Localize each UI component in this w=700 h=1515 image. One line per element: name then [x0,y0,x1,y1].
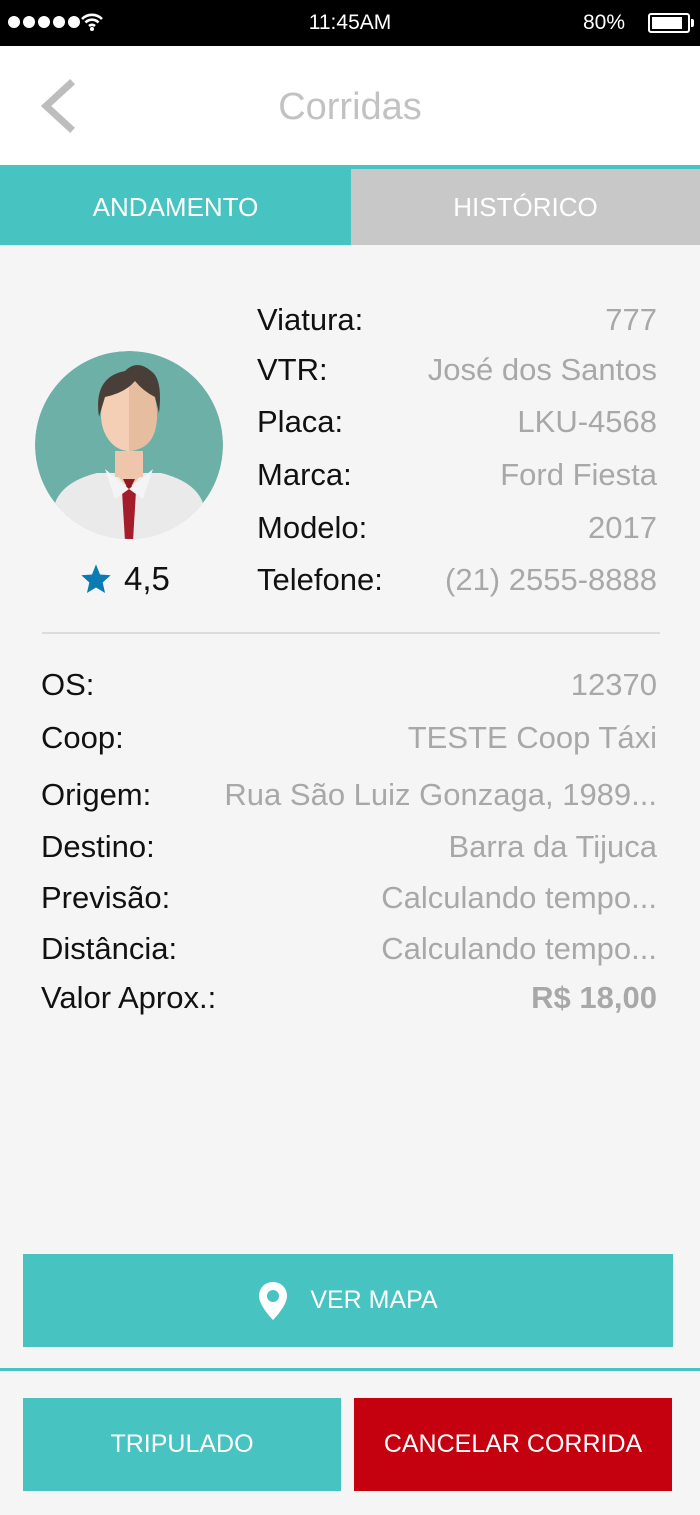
rating-value: 4,5 [124,560,170,597]
info-row-marca: Marca: Ford Fiesta [257,457,657,493]
info-value: Calculando tempo... [381,880,657,915]
driver-rating: 4,5 [80,560,170,598]
location-pin-icon [259,1281,288,1320]
info-row-modelo: Modelo: 2017 [257,510,657,546]
tripulado-button[interactable]: TRIPULADO [23,1398,341,1491]
info-value: José dos Santos [427,352,657,387]
cancelar-corrida-button[interactable]: CANCELAR CORRIDA [354,1398,672,1491]
info-label: OS: [41,667,95,702]
info-value: Ford Fiesta [500,457,657,492]
info-value: 2017 [588,510,657,545]
back-button[interactable] [30,76,90,136]
tab-bar: ANDAMENTO HISTÓRICO [0,169,700,245]
info-row-vtr: VTR: José dos Santos [257,352,657,388]
status-bar: 11:45AM 80% [0,0,700,46]
info-label: Viatura: [257,302,364,337]
info-label: Coop: [41,720,124,755]
info-value: Rua São Luiz Gonzaga, 1989... [224,777,657,812]
page-title: Corridas [278,86,422,128]
info-value: 777 [605,302,657,337]
info-value: TESTE Coop Táxi [407,720,657,755]
info-value[interactable]: (21) 2555-8888 [445,562,657,598]
info-row-os: OS: 12370 [41,667,657,703]
info-label: Distância: [41,931,178,966]
info-label: Telefone: [257,562,383,597]
section-divider [42,632,660,634]
info-value: LKU-4568 [517,404,657,439]
footer-divider [0,1368,700,1371]
info-row-distancia: Distância: Calculando tempo... [41,931,657,967]
battery-icon [648,13,694,33]
info-row-placa: Placa: LKU-4568 [257,404,657,440]
ver-mapa-button[interactable]: VER MAPA [23,1254,673,1347]
info-label: VTR: [257,352,328,387]
info-row-previsao: Previsão: Calculando tempo... [41,880,657,916]
tab-andamento[interactable]: ANDAMENTO [0,169,351,245]
info-row-coop: Coop: TESTE Coop Táxi [41,720,657,756]
info-row-valor: Valor Aprox.: R$ 18,00 [41,980,657,1016]
info-value: Barra da Tijuca [448,829,658,864]
ver-mapa-label: VER MAPA [310,1286,438,1314]
info-row-origem: Origem: Rua São Luiz Gonzaga, 1989... [41,777,657,813]
tab-historico[interactable]: HISTÓRICO [351,169,700,245]
info-label: Previsão: [41,880,171,915]
info-value: 12370 [570,667,657,702]
star-icon [81,564,111,593]
info-row-viatura: Viatura: 777 [257,302,657,338]
info-row-destino: Destino: Barra da Tijuca [41,829,657,865]
info-label: Modelo: [257,510,368,545]
header: Corridas [0,46,700,165]
chevron-left-icon [40,79,75,133]
battery-percentage: 80% [582,11,625,34]
info-label: Valor Aprox.: [41,980,217,1015]
info-label: Origem: [41,777,152,812]
driver-avatar [35,351,223,539]
info-label: Placa: [257,404,344,439]
info-row-telefone: Telefone: (21) 2555-8888 [257,562,657,598]
info-label: Destino: [41,829,155,864]
info-label: Marca: [257,457,352,492]
info-value: R$ 18,00 [531,980,657,1015]
info-value: Calculando tempo... [381,931,657,966]
